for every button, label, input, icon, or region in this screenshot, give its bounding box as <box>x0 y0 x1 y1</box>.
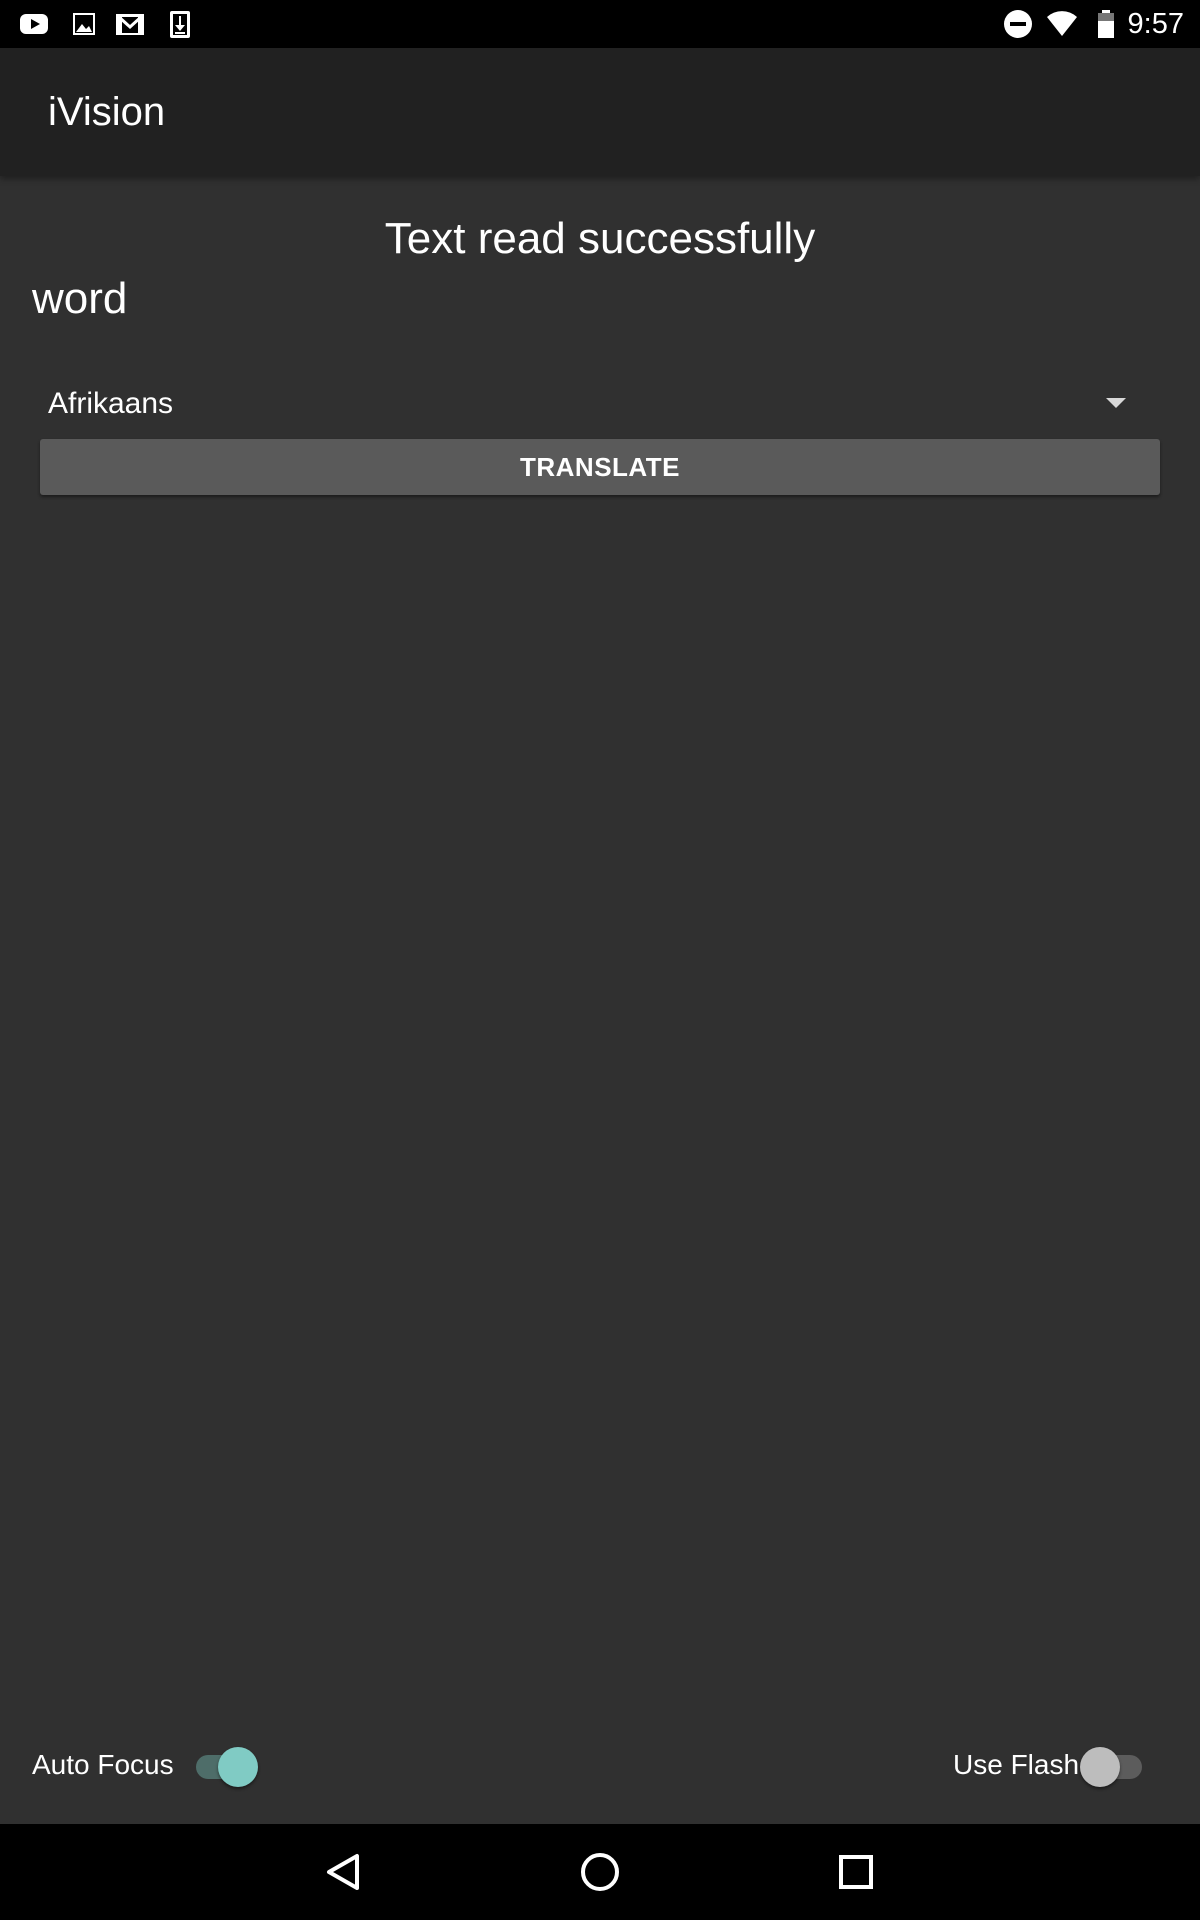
switch-thumb <box>218 1747 258 1787</box>
language-spinner[interactable]: Afrikaans <box>40 376 1144 432</box>
auto-focus-label: Auto Focus <box>32 1749 174 1780</box>
app-bar: iVision <box>0 48 1200 176</box>
use-flash-label: Use Flash <box>953 1749 1080 1780</box>
navigation-bar <box>0 1824 1200 1920</box>
wifi-icon <box>1046 8 1078 40</box>
download-icon <box>164 8 196 40</box>
status-message: Text read successfully <box>384 214 816 263</box>
translate-button[interactable]: TRANSLATE <box>40 439 1160 495</box>
back-icon[interactable] <box>320 1848 368 1896</box>
gmail-icon <box>114 8 146 40</box>
screen: 9:57 iVision Text read successfully word… <box>0 0 1200 1920</box>
do-not-disturb-icon <box>1002 8 1034 40</box>
youtube-icon <box>18 8 50 40</box>
image-icon <box>68 8 100 40</box>
dropdown-arrow-icon <box>1106 398 1126 408</box>
status-time: 9:57 <box>1127 8 1184 40</box>
app-title: iVision <box>48 90 166 134</box>
status-bar: 9:57 <box>0 0 1200 48</box>
home-icon[interactable] <box>576 1848 624 1896</box>
language-selected-value: Afrikaans <box>48 387 174 420</box>
use-flash-switch[interactable] <box>1080 1741 1146 1789</box>
switch-thumb <box>1080 1747 1120 1787</box>
recents-icon[interactable] <box>832 1848 880 1896</box>
battery-icon <box>1090 8 1122 40</box>
auto-focus-switch[interactable] <box>192 1741 258 1789</box>
recognized-text: word <box>32 274 128 323</box>
